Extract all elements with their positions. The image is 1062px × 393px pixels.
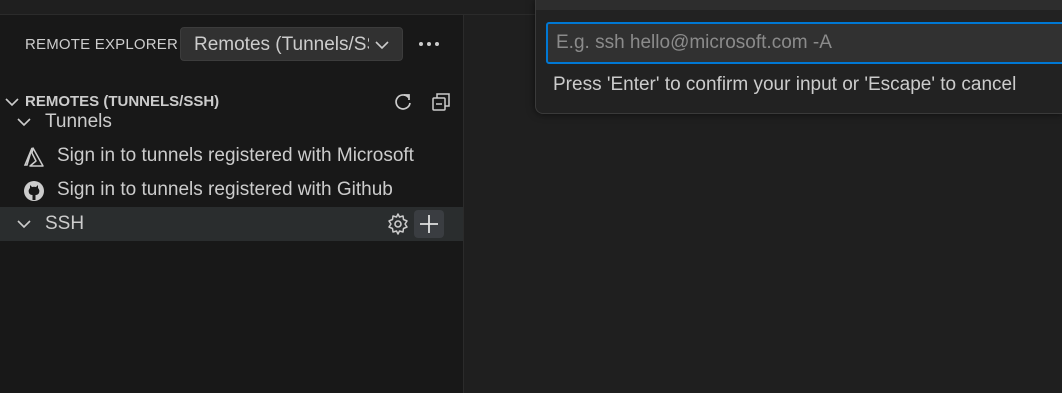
tree-item-label: SSH (45, 213, 85, 234)
tree-item-label: Sign in to tunnels registered with Micro… (57, 145, 414, 166)
ellipsis-icon[interactable] (416, 31, 442, 57)
azure-icon (23, 146, 45, 168)
add-icon[interactable] (414, 210, 444, 238)
chevron-down-icon (16, 216, 32, 232)
chevron-down-icon (374, 37, 390, 53)
remote-explorer-sidebar: REMOTE EXPLORER Remotes (Tunnels/SSH) RE… (0, 15, 464, 393)
quick-input-title-bar (536, 0, 1062, 10)
tree-item-sign-in-github[interactable]: Sign in to tunnels registered with Githu… (0, 173, 463, 207)
quick-input-widget: Press 'Enter' to confirm your input or '… (535, 0, 1062, 114)
tree-item-sign-in-microsoft[interactable]: Sign in to tunnels registered with Micro… (0, 139, 463, 173)
remote-type-select-value: Remotes (Tunnels/SSH) (194, 34, 369, 55)
github-icon (23, 180, 45, 202)
quick-input-message: Press 'Enter' to confirm your input or '… (553, 74, 1017, 95)
gear-icon[interactable] (386, 212, 410, 236)
view-header: REMOTE EXPLORER Remotes (Tunnels/SSH) (0, 27, 463, 61)
tree-item-label: Tunnels (45, 111, 112, 132)
chevron-down-icon (16, 114, 32, 130)
tree-item-ssh[interactable]: SSH (0, 207, 463, 241)
tree-item-tunnels[interactable]: Tunnels (0, 105, 463, 139)
view-title: REMOTE EXPLORER (25, 36, 179, 53)
remote-type-select[interactable]: Remotes (Tunnels/SSH) (180, 27, 403, 61)
tree-item-label: Sign in to tunnels registered with Githu… (57, 179, 393, 200)
ssh-command-input[interactable] (546, 22, 1062, 64)
